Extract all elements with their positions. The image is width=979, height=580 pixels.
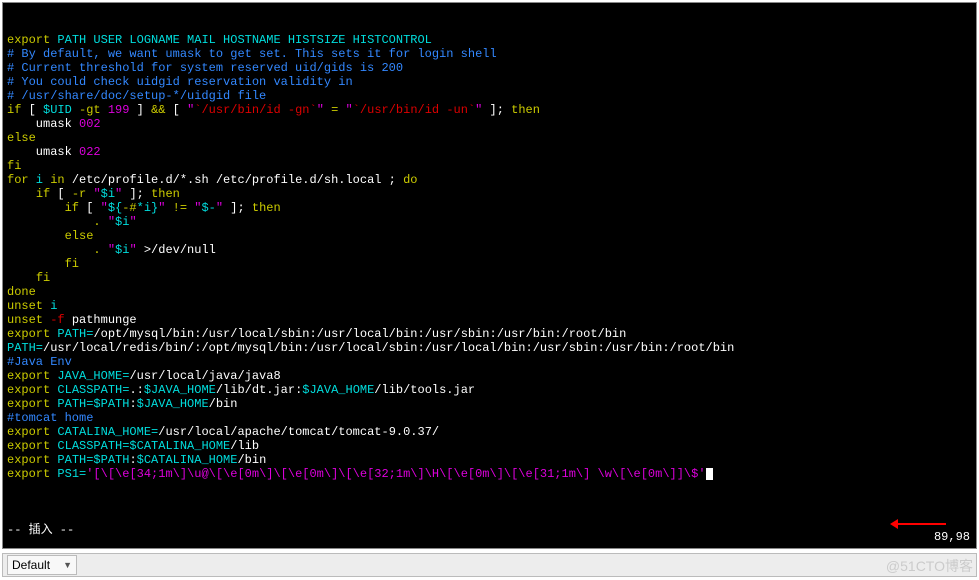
terminal-line: export CATALINA_HOME=/usr/local/apache/t… xyxy=(7,425,972,439)
terminal-line: export CLASSPATH=$CATALINA_HOME/lib xyxy=(7,439,972,453)
terminal-line: if [ "${-#*i}" != "$-" ]; then xyxy=(7,201,972,215)
annotation-arrow xyxy=(896,523,946,525)
status-bar: Default ▼ xyxy=(2,553,977,577)
terminal-line: umask 022 xyxy=(7,145,972,159)
terminal-line: . "$i" xyxy=(7,215,972,229)
watermark-text: @51CTO博客 xyxy=(886,556,973,576)
terminal-line: if [ $UID -gt 199 ] && [ "`/usr/bin/id -… xyxy=(7,103,972,117)
terminal-line: umask 002 xyxy=(7,117,972,131)
terminal-line: if [ -r "$i" ]; then xyxy=(7,187,972,201)
terminal-line: fi xyxy=(7,271,972,285)
text-cursor xyxy=(706,468,713,480)
terminal-line: export PATH USER LOGNAME MAIL HOSTNAME H… xyxy=(7,33,972,47)
terminal-line: unset i xyxy=(7,299,972,313)
terminal-line: for i in /etc/profile.d/*.sh /etc/profil… xyxy=(7,173,972,187)
terminal-line: export PS1='[\[\e[34;1m\]\u@\[\e[0m\]\[\… xyxy=(7,467,972,481)
terminal-line: else xyxy=(7,131,972,145)
terminal-line: #tomcat home xyxy=(7,411,972,425)
chevron-down-icon: ▼ xyxy=(63,560,72,570)
terminal-content: export PATH USER LOGNAME MAIL HOSTNAME H… xyxy=(7,33,972,481)
terminal-line: PATH=/usr/local/redis/bin/:/opt/mysql/bi… xyxy=(7,341,972,355)
vim-mode-line: -- 插入 -- xyxy=(7,523,74,537)
encoding-dropdown[interactable]: Default ▼ xyxy=(7,555,77,575)
terminal-line: # You could check uidgid reservation val… xyxy=(7,75,972,89)
terminal-line: export JAVA_HOME=/usr/local/java/java8 xyxy=(7,369,972,383)
terminal-line: export PATH=$PATH:$CATALINA_HOME/bin xyxy=(7,453,972,467)
terminal-line: export PATH=$PATH:$JAVA_HOME/bin xyxy=(7,397,972,411)
terminal-line: . "$i" >/dev/null xyxy=(7,243,972,257)
cursor-position: 89,98 xyxy=(934,530,970,544)
terminal-line: done xyxy=(7,285,972,299)
terminal-line: fi xyxy=(7,257,972,271)
terminal-line: export CLASSPATH=.:$JAVA_HOME/lib/dt.jar… xyxy=(7,383,972,397)
terminal-line: export PATH=/opt/mysql/bin:/usr/local/sb… xyxy=(7,327,972,341)
terminal-line: fi xyxy=(7,159,972,173)
terminal-line: # Current threshold for system reserved … xyxy=(7,61,972,75)
terminal-line: #Java Env xyxy=(7,355,972,369)
encoding-label: Default xyxy=(12,558,50,572)
terminal-viewport[interactable]: export PATH USER LOGNAME MAIL HOSTNAME H… xyxy=(2,2,977,549)
terminal-line: # /usr/share/doc/setup-*/uidgid file xyxy=(7,89,972,103)
terminal-line: else xyxy=(7,229,972,243)
terminal-line: unset -f pathmunge xyxy=(7,313,972,327)
terminal-line: # By default, we want umask to get set. … xyxy=(7,47,972,61)
